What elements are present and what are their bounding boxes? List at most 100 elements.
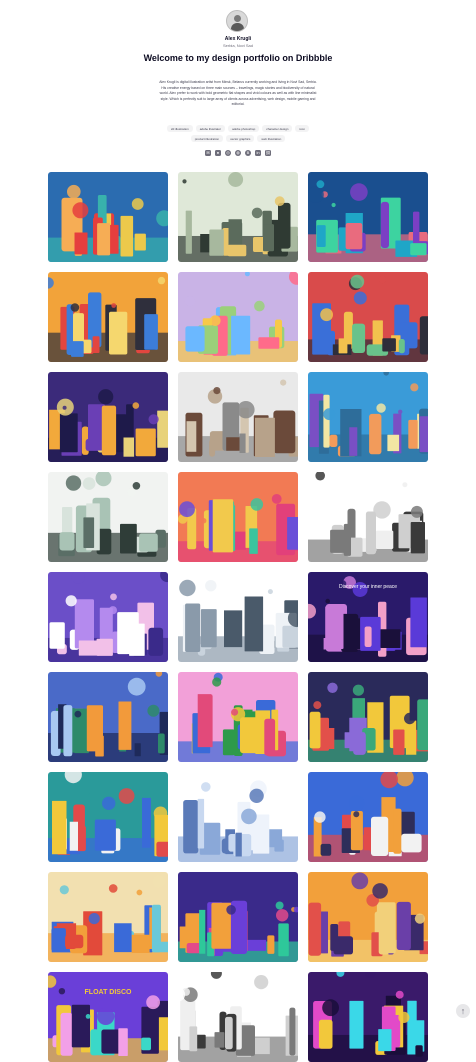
shot-shape [349,427,358,456]
shot-line-harbor[interactable] [308,472,428,562]
shot-shape [267,935,275,954]
shot-city-colorful[interactable] [48,172,168,262]
shot-shape [156,841,168,857]
shot-discover-inner-peace[interactable]: Discover your inner peace [308,572,428,662]
shot-shape [142,797,151,848]
shot-shape [227,244,247,257]
shot-shape [129,623,145,656]
shot-shape [393,808,402,854]
shot-shape [78,640,100,656]
shot-circle [182,179,187,184]
shot-shape [258,337,280,349]
shot-tram-street[interactable] [48,872,168,962]
shot-shape [287,517,298,550]
shot-shape [289,1007,296,1056]
shot-shape [118,701,132,750]
shot-shape [214,1032,225,1048]
shot-circle [265,600,276,611]
shot-poster-frame[interactable] [308,772,428,862]
shot-night-street-illustration [308,672,428,762]
shot-purple-castle[interactable] [48,572,168,662]
shot-shape [380,629,401,648]
shot-line-map[interactable] [178,572,298,662]
shot-music-instruments[interactable] [48,272,168,362]
shot-circle [127,677,146,696]
shot-circle [74,710,82,718]
shot-circle [373,501,391,519]
shot-circle [402,482,408,488]
shot-circle [348,795,365,812]
shot-shape [345,223,363,250]
shot-retro-tech[interactable] [178,172,298,262]
shot-neon-house-illustration [308,972,428,1062]
shot-circle [350,274,365,289]
shot-beetle-illustration [178,672,298,762]
shot-shape [224,610,243,648]
shot-shape [134,743,141,757]
shot-shape [254,1037,270,1055]
shot-shape [410,597,427,648]
shot-circle [250,498,264,511]
shot-circle [249,378,265,394]
shot-circle [209,315,221,326]
shot-shape [323,394,330,448]
shot-shape [131,934,150,953]
shot-shape [309,711,321,749]
shot-circle [323,408,336,421]
shot-magic-door[interactable] [178,272,298,362]
shot-shape [264,718,276,756]
shot-music-instruments-illustration [48,272,168,362]
shot-circle [322,999,339,1017]
shot-circle [118,788,135,804]
shot-stamp[interactable] [48,772,168,862]
shot-circle [87,792,97,801]
shot-shape [209,229,224,256]
shot-float-disco[interactable]: FLOAT DISCO [48,972,168,1062]
shot-shape [134,233,146,251]
shot-retro-room[interactable] [308,272,428,362]
shot-shape [320,911,328,954]
shot-underwater[interactable] [308,172,428,262]
shot-beetle[interactable] [178,672,298,762]
shot-circle [398,409,403,414]
shot-circle [98,389,114,405]
shot-river-town[interactable] [308,372,428,462]
shot-village-sunset[interactable] [308,872,428,962]
shot-shape [183,800,199,854]
shot-circle [157,276,166,285]
shot-line-city-2[interactable] [178,972,298,1062]
shot-shape [365,511,376,555]
shot-line-map-illustration [178,572,298,662]
shot-circle [249,788,264,803]
shot-shape [189,1026,198,1052]
shot-shape [69,821,78,851]
shot-blue-sketches[interactable] [178,772,298,862]
shot-shape [157,410,168,448]
shot-circle [72,202,89,219]
back-to-top-button[interactable]: ↑ [456,1004,470,1018]
shot-shape [415,1045,423,1057]
shot-shape [158,733,165,754]
shot-ornate-gate[interactable] [178,372,298,462]
shot-circle [62,405,67,410]
shot-shape [74,232,88,255]
shot-circle [396,700,404,707]
shot-shape [278,202,291,249]
shot-night-cabin[interactable] [48,372,168,462]
shot-shape [120,523,137,554]
shot-circle [136,889,143,896]
shot-night-street[interactable] [308,672,428,762]
shot-neon-house[interactable] [308,972,428,1062]
shot-shape [233,531,246,550]
shot-shape [353,732,366,755]
shot-shape [71,341,84,357]
shot-shape [209,439,216,457]
shot-shape [152,941,168,953]
shot-circle [280,379,287,386]
shot-shape [417,699,428,751]
shot-lake-house[interactable] [48,672,168,762]
shot-line-castle[interactable] [48,472,168,562]
shot-shape [186,421,197,452]
shot-lanterns[interactable] [178,472,298,562]
shot-deep-sea-diver[interactable] [178,872,298,962]
